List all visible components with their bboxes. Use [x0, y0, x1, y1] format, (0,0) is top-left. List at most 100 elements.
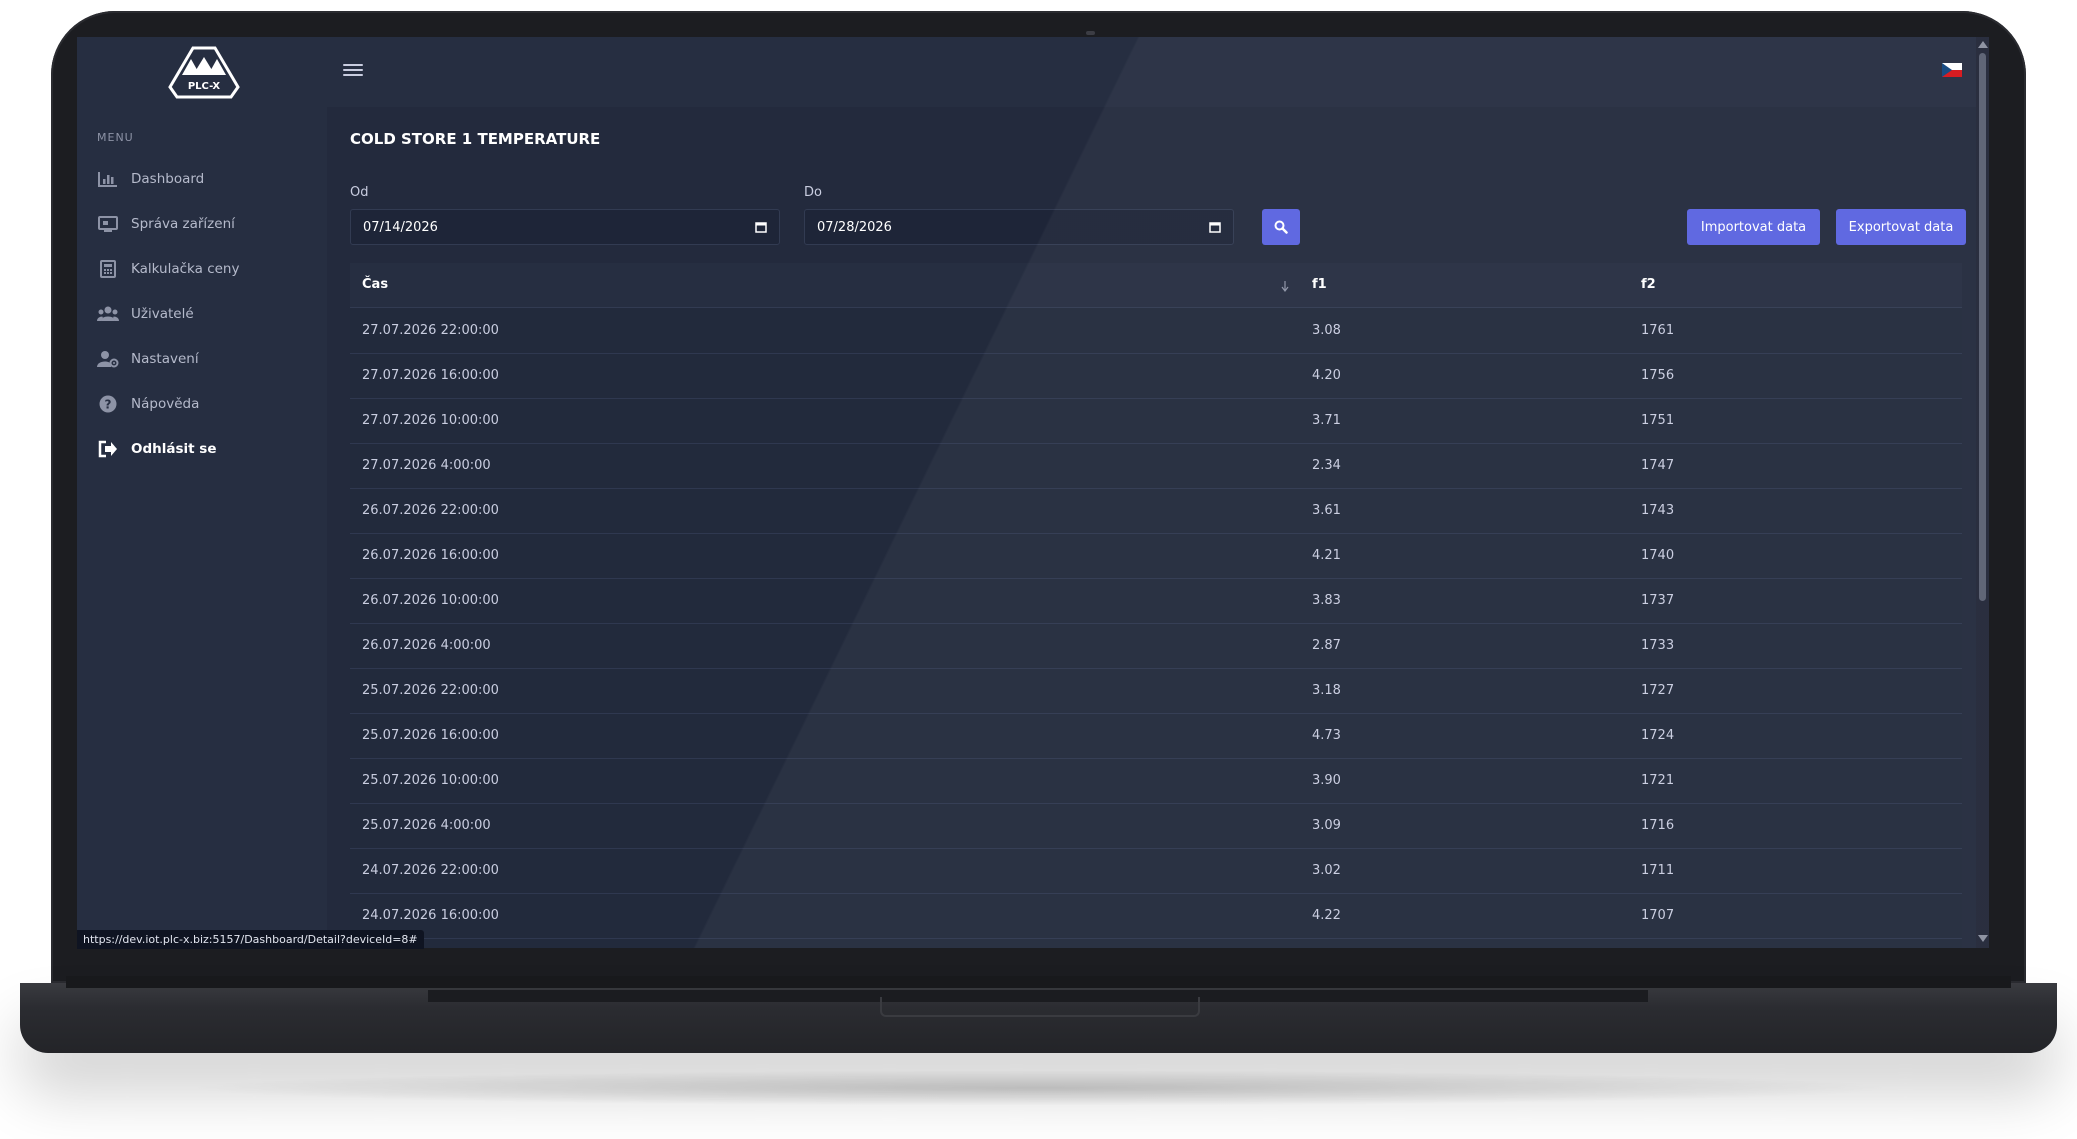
- table-row[interactable]: 25.07.2026 10:00:00 3.90 1721: [350, 758, 1962, 804]
- sidebar-item-label: Kalkulačka ceny: [131, 261, 240, 277]
- cell-f2: 1707: [1641, 908, 1675, 923]
- cell-f1: 3.61: [1312, 503, 1341, 518]
- laptop-notch: [880, 997, 1200, 1017]
- cell-f1: 4.22: [1312, 908, 1341, 923]
- table-row[interactable]: 26.07.2026 4:00:00 2.87 1733: [350, 623, 1962, 669]
- column-header-f1[interactable]: f1: [1312, 277, 1327, 292]
- data-table: Čas f1 f2 27.07.2026 22:00:00 3.08 1761 27.…: [350, 263, 1962, 948]
- to-label: Do: [804, 185, 822, 200]
- column-header-time[interactable]: Čas: [362, 277, 388, 292]
- cell-f1: 3.02: [1312, 863, 1341, 878]
- table-row[interactable]: 24.07.2026 22:00:00 3.02 1711: [350, 848, 1962, 894]
- cell-time: 25.07.2026 4:00:00: [362, 818, 491, 833]
- sidebar-item-settings[interactable]: Nastavení: [97, 344, 307, 374]
- sidebar-item-label: Dashboard: [131, 171, 205, 187]
- plc-x-logo[interactable]: PLC-X: [167, 45, 241, 99]
- cell-f2: 1743: [1641, 503, 1675, 518]
- search-button[interactable]: [1262, 209, 1300, 245]
- calendar-icon[interactable]: [1209, 221, 1221, 233]
- import-data-button[interactable]: Importovat data: [1687, 209, 1820, 245]
- cell-f2: 1727: [1641, 683, 1675, 698]
- table-row[interactable]: 26.07.2026 22:00:00 3.61 1743: [350, 488, 1962, 534]
- calendar-icon[interactable]: [755, 221, 767, 233]
- cell-f1: 2.87: [1312, 638, 1341, 653]
- sidebar-item-label: Uživatelé: [131, 306, 194, 322]
- from-date-value: 07/14/2026: [363, 219, 438, 235]
- cell-f2: 1737: [1641, 593, 1675, 608]
- table-row[interactable]: 27.07.2026 4:00:00 2.34 1747: [350, 443, 1962, 489]
- logout-icon: [97, 439, 119, 459]
- language-flag-icon[interactable]: [1942, 62, 1962, 77]
- sidebar-item-users[interactable]: Uživatelé: [97, 299, 307, 329]
- laptop-shadow: [180, 1070, 1900, 1106]
- hamburger-menu-icon[interactable]: [343, 61, 363, 77]
- cell-time: 26.07.2026 10:00:00: [362, 593, 499, 608]
- cell-time: 27.07.2026 4:00:00: [362, 458, 491, 473]
- cell-time: 25.07.2026 16:00:00: [362, 728, 499, 743]
- cell-time: 26.07.2026 22:00:00: [362, 503, 499, 518]
- table-row[interactable]: 27.07.2026 22:00:00 3.08 1761: [350, 308, 1962, 354]
- sidebar: PLC-X MENU Dashboard Správa zařízení Kal…: [77, 37, 327, 948]
- cell-f2: 1751: [1641, 413, 1675, 428]
- table-row[interactable]: 25.07.2026 22:00:00 3.18 1727: [350, 668, 1962, 714]
- cell-f2: 1740: [1641, 548, 1675, 563]
- sidebar-item-label: Nápověda: [131, 396, 200, 412]
- user-settings-icon: [97, 349, 119, 369]
- table-row[interactable]: 27.07.2026 16:00:00 4.20 1756: [350, 353, 1962, 399]
- sidebar-item-help[interactable]: ? Nápověda: [97, 389, 307, 419]
- cell-time: 25.07.2026 22:00:00: [362, 683, 499, 698]
- table-row[interactable]: 24.07.2026 10:00:003.441704: [350, 938, 1962, 948]
- cell-f2: 1716: [1641, 818, 1675, 833]
- table-row[interactable]: 24.07.2026 16:00:00 4.22 1707: [350, 893, 1962, 939]
- cell-f1: 4.21: [1312, 548, 1341, 563]
- cell-f2: 1724: [1641, 728, 1675, 743]
- cell-f1: 4.20: [1312, 368, 1341, 383]
- from-date-input[interactable]: 07/14/2026: [350, 209, 780, 245]
- cell-time: 26.07.2026 16:00:00: [362, 548, 499, 563]
- cell-f2: 1733: [1641, 638, 1675, 653]
- to-date-value: 07/28/2026: [817, 219, 892, 235]
- calculator-icon: [97, 259, 119, 279]
- help-icon: ?: [97, 394, 119, 414]
- sidebar-item-label: Správa zařízení: [131, 216, 235, 232]
- sidebar-item-device-management[interactable]: Správa zařízení: [97, 209, 307, 239]
- cell-f1: 3.90: [1312, 773, 1341, 788]
- sort-descending-icon[interactable]: [1280, 279, 1290, 293]
- sidebar-item-logout[interactable]: Odhlásit se: [97, 434, 307, 464]
- table-row[interactable]: 25.07.2026 16:00:00 4.73 1724: [350, 713, 1962, 759]
- scrollbar-thumb[interactable]: [1979, 53, 1986, 601]
- cell-f1: 3.83: [1312, 593, 1341, 608]
- cell-f1: 3.18: [1312, 683, 1341, 698]
- cell-f2: 1761: [1641, 323, 1675, 338]
- logo-text: PLC-X: [188, 81, 221, 92]
- users-icon: [97, 304, 119, 324]
- to-date-input[interactable]: 07/28/2026: [804, 209, 1234, 245]
- table-row[interactable]: 25.07.2026 4:00:00 3.09 1716: [350, 803, 1962, 849]
- export-data-button[interactable]: Exportovat data: [1836, 209, 1966, 245]
- cell-f2: 1721: [1641, 773, 1675, 788]
- from-label: Od: [350, 185, 369, 200]
- column-header-f2[interactable]: f2: [1641, 277, 1656, 292]
- chart-icon: [97, 169, 119, 189]
- cell-f1: 3.08: [1312, 323, 1341, 338]
- search-icon: [1274, 220, 1288, 234]
- device-icon: [97, 214, 119, 234]
- cell-f2: 1756: [1641, 368, 1675, 383]
- laptop-hinge: [66, 976, 2011, 988]
- cell-time: 27.07.2026 10:00:00: [362, 413, 499, 428]
- cell-time: 25.07.2026 10:00:00: [362, 773, 499, 788]
- cell-time: 27.07.2026 16:00:00: [362, 368, 499, 383]
- cell-time: 24.07.2026 16:00:00: [362, 908, 499, 923]
- scroll-up-arrow[interactable]: [1978, 41, 1988, 48]
- table-row[interactable]: 27.07.2026 10:00:00 3.71 1751: [350, 398, 1962, 444]
- table-row[interactable]: 26.07.2026 16:00:00 4.21 1740: [350, 533, 1962, 579]
- status-bar-url: https://dev.iot.plc-x.biz:5157/Dashboard…: [77, 930, 424, 949]
- scroll-down-arrow[interactable]: [1978, 935, 1988, 942]
- sidebar-item-label: Nastavení: [131, 351, 199, 367]
- cell-f1: 3.09: [1312, 818, 1341, 833]
- table-header: Čas f1 f2: [350, 263, 1962, 308]
- sidebar-item-dashboard[interactable]: Dashboard: [97, 164, 307, 194]
- table-row[interactable]: 26.07.2026 10:00:00 3.83 1737: [350, 578, 1962, 624]
- sidebar-item-price-calculator[interactable]: Kalkulačka ceny: [97, 254, 307, 284]
- svg-text:?: ?: [105, 398, 112, 412]
